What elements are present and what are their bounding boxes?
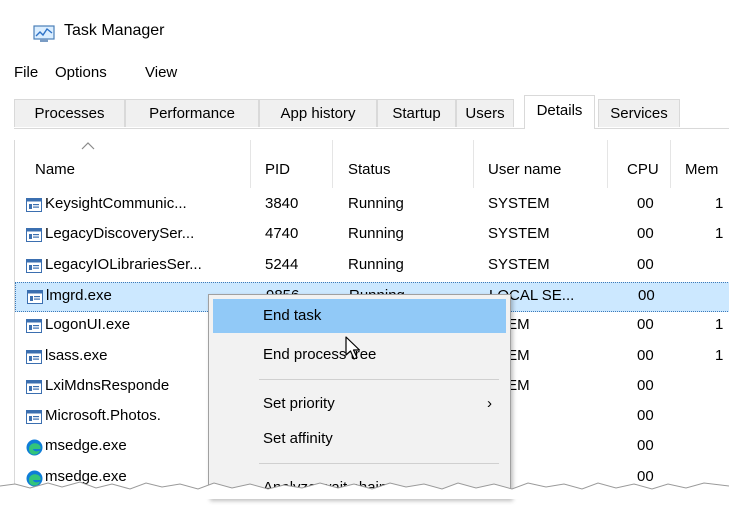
process-icon — [26, 319, 42, 334]
menu-options[interactable]: Options — [55, 64, 107, 81]
tab-app-history[interactable]: App history — [259, 99, 377, 127]
column-separator[interactable] — [473, 140, 474, 188]
cell-name: LegacyDiscoverySer... — [45, 225, 195, 243]
tab-processes[interactable]: Processes — [14, 99, 125, 127]
process-icon — [26, 349, 42, 364]
column-separator[interactable] — [332, 140, 333, 188]
edge-icon — [26, 439, 43, 456]
menu-separator — [259, 463, 499, 464]
cell-cpu: 00 — [637, 376, 654, 394]
menu-separator — [259, 379, 499, 380]
process-icon — [26, 379, 42, 394]
cell-name: lmgrd.exe — [46, 286, 112, 304]
window-title: Task Manager — [64, 22, 165, 39]
column-header-name[interactable]: Name — [35, 161, 75, 178]
column-header-cpu[interactable]: CPU — [627, 161, 659, 178]
cell-cpu: 00 — [638, 286, 655, 304]
cell-user-name: SYSTEM — [488, 225, 550, 243]
cell-cpu: 00 — [637, 437, 654, 455]
process-icon — [26, 410, 42, 425]
menu-file[interactable]: File — [14, 64, 38, 81]
column-header-memory[interactable]: Mem — [685, 161, 718, 178]
tab-performance[interactable]: Performance — [125, 99, 259, 127]
column-header-status[interactable]: Status — [348, 161, 391, 178]
cell-cpu: 00 — [637, 225, 654, 243]
torn-edge — [0, 481, 729, 499]
menu-item-label: Set priority — [263, 395, 335, 412]
menu-bar: File Options View — [0, 58, 729, 88]
cell-name: KeysightCommunic... — [45, 195, 187, 212]
cell-cpu: 00 — [637, 407, 654, 425]
menu-item-label: End task — [263, 307, 322, 324]
cell-name: lsass.exe — [45, 346, 108, 364]
cell-user-name: SYSTEM — [488, 195, 550, 212]
cell-pid: 5244 — [265, 255, 299, 273]
table-row[interactable]: LegacyIOLibrariesSer... 5244 Running SYSTEM… — [15, 252, 729, 282]
menu-item-set-affinity[interactable]: Set affinity — [213, 422, 506, 456]
cell-user-name: SYSTEM — [488, 255, 550, 273]
title-bar: Task Manager — [0, 0, 729, 56]
cell-status: Running — [348, 255, 404, 273]
column-header-pid[interactable]: PID — [265, 161, 290, 178]
sort-up-icon — [81, 142, 95, 150]
column-header-user-name[interactable]: User name — [488, 161, 561, 178]
task-manager-icon — [33, 25, 55, 42]
tab-services[interactable]: Services — [598, 99, 680, 127]
tab-strip: Processes Performance App history Startu… — [14, 95, 729, 129]
cell-name: LegacyIOLibrariesSer... — [45, 255, 202, 273]
process-icon — [26, 228, 42, 243]
process-icon — [26, 258, 42, 273]
tab-details[interactable]: Details — [524, 95, 595, 129]
menu-item-set-priority[interactable]: Set priority › — [213, 387, 506, 421]
tab-users[interactable]: Users — [456, 99, 514, 127]
cell-memory: 1 — [715, 346, 724, 364]
context-menu: End task End process tree Set priority ›… — [208, 294, 511, 499]
column-separator[interactable] — [250, 140, 251, 188]
process-icon — [26, 198, 42, 212]
table-row[interactable]: KeysightCommunic... 3840 Running SYSTEM 00 1 — [15, 191, 729, 221]
cell-cpu: 00 — [637, 195, 654, 212]
cell-memory: 1 — [715, 225, 724, 243]
cell-name: LxiMdnsResponde — [45, 376, 170, 394]
table-row[interactable]: LegacyDiscoverySer... 4740 Running SYSTEM 00… — [15, 221, 729, 251]
cell-memory: 1 — [715, 195, 724, 212]
cell-cpu: 00 — [637, 346, 654, 364]
column-separator[interactable] — [607, 140, 608, 188]
cell-cpu: 00 — [637, 255, 654, 273]
cell-pid: 4740 — [265, 225, 299, 243]
cell-pid: 3840 — [265, 195, 299, 212]
menu-item-label: Set affinity — [263, 430, 333, 447]
column-separator[interactable] — [670, 140, 671, 188]
mouse-cursor-icon — [345, 336, 361, 360]
cell-status: Running — [348, 225, 404, 243]
menu-view[interactable]: View — [145, 64, 177, 81]
cell-name: LogonUI.exe — [45, 316, 131, 334]
tab-startup[interactable]: Startup — [377, 99, 456, 127]
process-icon — [27, 289, 43, 304]
cell-name: msedge.exe — [45, 437, 127, 455]
cell-cpu: 00 — [637, 316, 654, 334]
submenu-arrow-icon: › — [487, 395, 492, 412]
cell-status: Running — [348, 195, 404, 212]
cell-memory: 1 — [715, 316, 724, 334]
cell-name: Microsoft.Photos. — [45, 407, 161, 425]
menu-item-end-task[interactable]: End task — [213, 299, 506, 333]
